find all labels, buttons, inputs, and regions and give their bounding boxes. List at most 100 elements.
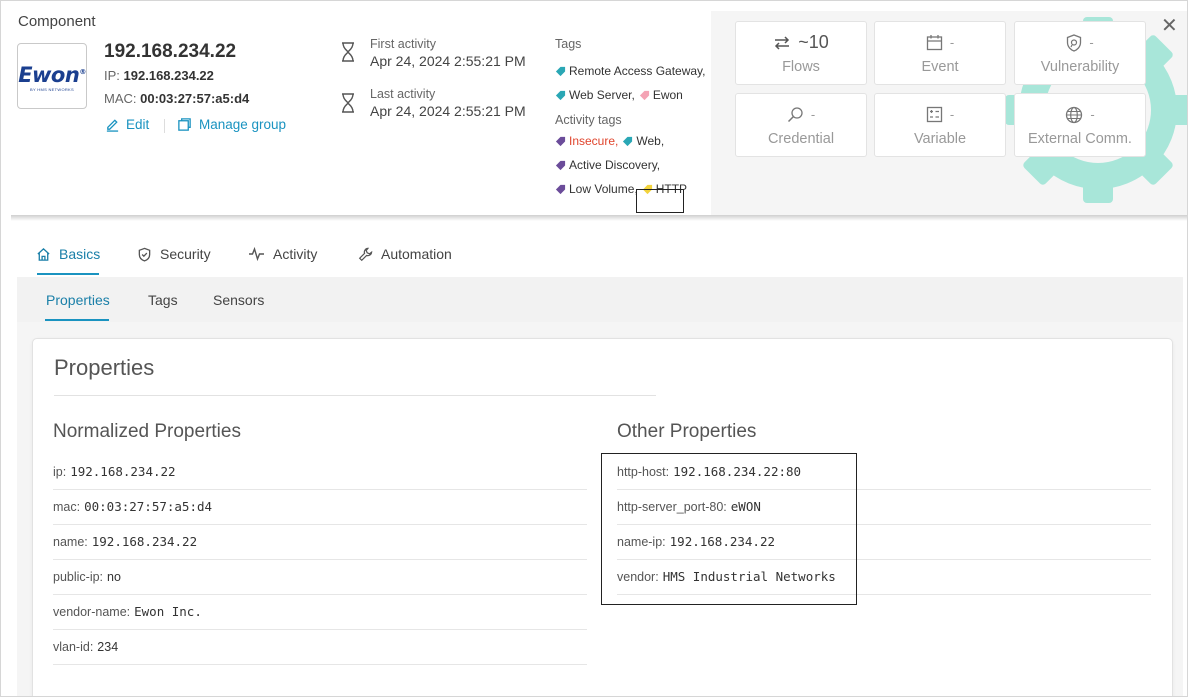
wrench-icon	[358, 247, 373, 261]
subtab-tags[interactable]: Tags	[148, 277, 178, 322]
tag-low-volume[interactable]: Low Volume,	[555, 182, 638, 196]
vendor-logo: Ewon® BY HMS NETWORKS	[17, 43, 87, 109]
http-tag-highlight	[636, 189, 684, 213]
normalized-property-row: ip: 192.168.234.22	[53, 454, 587, 490]
last-activity-value: Apr 24, 2024 2:55:21 PM	[370, 103, 526, 119]
header-divider	[11, 215, 1187, 221]
active-subtab-indicator	[45, 319, 109, 321]
close-icon[interactable]: ✕	[1161, 16, 1178, 36]
flows-icon	[775, 35, 790, 50]
tag-row: Insecure, Web,	[555, 129, 710, 153]
tag-icon	[623, 136, 633, 146]
tag-icon	[555, 66, 566, 76]
globe-icon	[1066, 106, 1083, 123]
pulse-icon	[249, 247, 264, 261]
mac-label: MAC:	[104, 91, 137, 106]
variable-value: -	[949, 107, 955, 122]
vulnerability-label: Vulnerability	[1040, 58, 1120, 75]
normalized-property-row: vlan-id: 234	[53, 629, 587, 665]
calendar-icon	[926, 35, 942, 51]
component-panel: Component Ewon® BY HMS NETWORKS 192.168.…	[0, 0, 1188, 697]
other-properties-highlight	[601, 453, 857, 605]
variable-label: Variable	[913, 130, 967, 147]
tags-header: Tags	[555, 37, 582, 51]
external-comm-value: -	[1090, 107, 1095, 122]
subtab-sensors[interactable]: Sensors	[213, 277, 264, 322]
normalized-properties-title: Normalized Properties	[53, 421, 241, 442]
credential-label: Credential	[767, 130, 835, 147]
event-tile[interactable]: - Event	[874, 21, 1006, 85]
property-value: 234	[97, 639, 119, 654]
first-activity-value: Apr 24, 2024 2:55:21 PM	[370, 53, 526, 69]
tag-web-server[interactable]: Web Server,	[555, 88, 635, 102]
property-key: name:	[53, 534, 88, 549]
manage-group-label: Manage group	[199, 117, 287, 132]
summary-panel: ~10 Flows - Event - Vulnerability - Cred…	[711, 11, 1187, 215]
tab-automation[interactable]: Automation	[358, 231, 452, 277]
mac-value: 00:03:27:57:a5:d4	[140, 91, 250, 106]
variable-tile[interactable]: - Variable	[874, 93, 1006, 157]
tag-icon	[639, 90, 649, 100]
active-tab-indicator	[37, 273, 99, 275]
component-ip-title: 192.168.234.22	[104, 41, 237, 62]
credential-value: -	[810, 107, 816, 122]
tag-icon	[555, 184, 566, 194]
ip-line: IP: 192.168.234.22	[104, 68, 214, 83]
tag-row: Remote Access Gateway,	[555, 59, 710, 83]
credential-tile[interactable]: - Credential	[735, 93, 867, 157]
last-activity-label: Last activity	[370, 87, 436, 101]
activity-tags-header: Activity tags	[555, 113, 622, 127]
tab-basics[interactable]: Basics	[36, 231, 100, 277]
tag-remote-access-gateway[interactable]: Remote Access Gateway,	[555, 64, 706, 78]
tag-icon	[555, 160, 566, 170]
main-tabs: Basics Security Activity Automation	[17, 231, 1183, 277]
logo-text: Ewon®	[18, 62, 86, 87]
first-activity-label: First activity	[370, 37, 436, 51]
section-title: Component	[18, 13, 96, 30]
normalized-property-row: mac: 00:03:27:57:a5:d4	[53, 489, 587, 525]
tag-row: Web Server, Ewon	[555, 83, 710, 107]
property-key: mac:	[53, 499, 81, 514]
first-activity: First activity Apr 24, 2024 2:55:21 PM	[370, 37, 526, 69]
tag-insecure[interactable]: Insecure,	[555, 134, 618, 148]
external-comm-label: External Comm.	[1028, 130, 1132, 147]
ip-value: 192.168.234.22	[123, 68, 214, 83]
property-value: 192.168.234.22	[70, 464, 176, 479]
home-icon	[37, 247, 50, 261]
ip-label: IP:	[104, 68, 120, 83]
tab-activity[interactable]: Activity	[248, 231, 317, 277]
normalized-property-row: name: 192.168.234.22	[53, 524, 587, 560]
flows-label: Flows	[782, 58, 820, 75]
tags-section: Tags Remote Access Gateway, Web Server, …	[555, 37, 710, 201]
property-value: 00:03:27:57:a5:d4	[84, 499, 213, 514]
properties-title: Properties	[54, 355, 155, 380]
tag-row: Low Volume, HTTP	[555, 177, 710, 201]
tab-security[interactable]: Security	[137, 231, 211, 277]
property-value: 192.168.234.22	[91, 534, 198, 549]
hourglass-icon	[342, 93, 354, 113]
pencil-icon	[106, 119, 119, 132]
shield-icon	[1067, 33, 1082, 52]
group-icon	[178, 118, 191, 131]
tag-icon	[555, 136, 566, 146]
vulnerability-tile[interactable]: - Vulnerability	[1014, 21, 1146, 85]
vulnerability-value: -	[1089, 35, 1094, 50]
tag-ewon[interactable]: Ewon	[639, 88, 683, 102]
shield-check-icon	[138, 247, 151, 262]
property-key: public-ip:	[53, 569, 104, 584]
flows-value: ~10	[798, 32, 829, 52]
subtab-properties[interactable]: Properties	[46, 277, 110, 322]
hourglass-icon	[342, 42, 354, 62]
external-comm-tile[interactable]: - External Comm.	[1014, 93, 1146, 157]
key-search-icon	[787, 107, 803, 123]
edit-label: Edit	[126, 117, 150, 132]
flows-tile[interactable]: ~10 Flows	[735, 21, 867, 85]
event-value: -	[949, 35, 955, 50]
tag-active-discovery[interactable]: Active Discovery,	[555, 158, 660, 172]
last-activity: Last activity Apr 24, 2024 2:55:21 PM	[370, 87, 526, 119]
tag-icon	[555, 90, 566, 100]
link-divider	[164, 119, 165, 133]
edit-button[interactable]: Edit	[105, 117, 149, 132]
tag-web[interactable]: Web,	[622, 134, 664, 148]
manage-group-button[interactable]: Manage group	[177, 117, 286, 132]
